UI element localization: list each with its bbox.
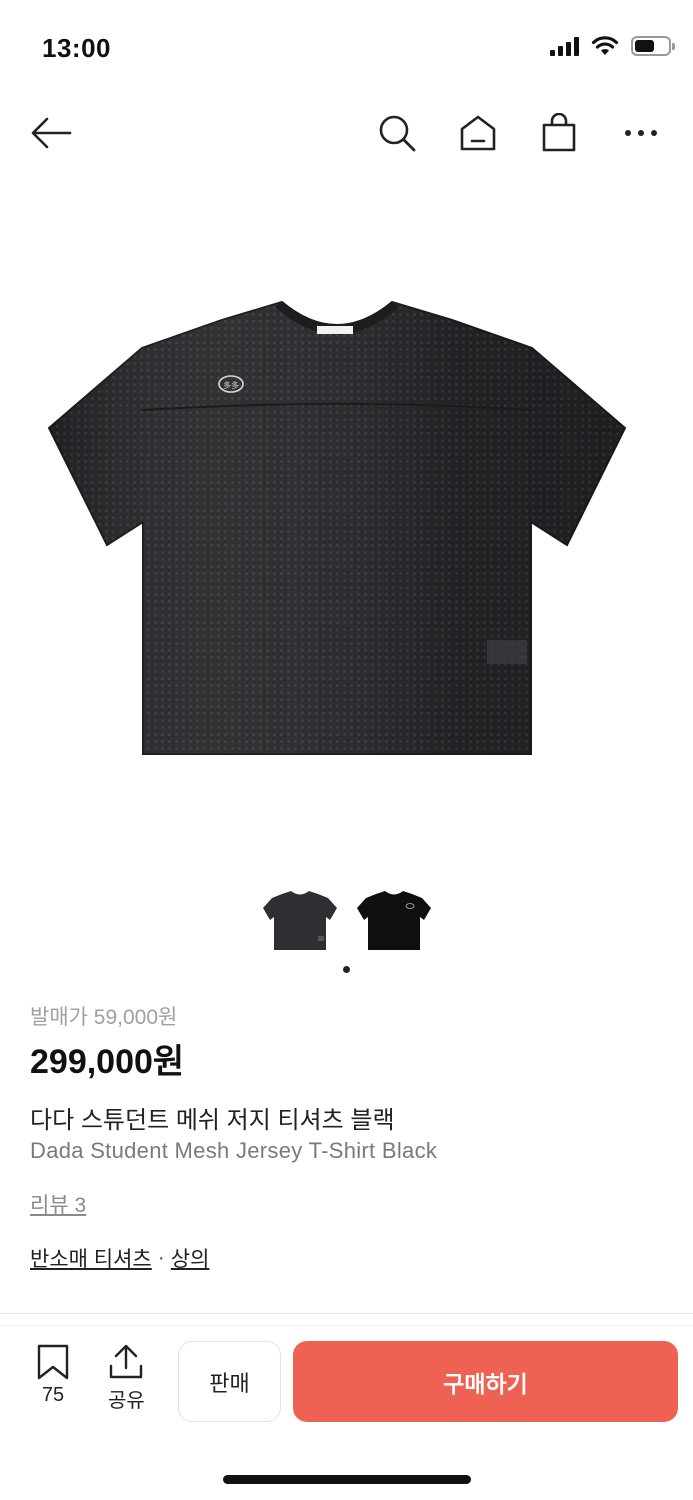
bookmark-button[interactable]: 75 — [36, 1344, 70, 1407]
product-title-english: Dada Student Mesh Jersey T-Shirt Black — [30, 1138, 438, 1163]
thumbnail-image — [262, 891, 337, 950]
review-link[interactable]: 리뷰 3 — [30, 1189, 86, 1219]
back-arrow-icon — [31, 117, 72, 149]
product-title-korean: 다다 스튜던트 메쉬 저지 티셔츠 블랙 — [30, 1107, 395, 1134]
bookmark-count: 75 — [41, 1384, 65, 1406]
category-link-short-sleeve-tshirts[interactable]: 반소매 티셔츠 — [30, 1243, 152, 1273]
bookmark-icon — [37, 1344, 69, 1380]
more-button[interactable] — [616, 108, 666, 158]
back-button[interactable] — [26, 108, 76, 158]
category-link-tops[interactable]: 상의 — [171, 1243, 210, 1273]
product-image[interactable]: 多多 — [0, 200, 693, 860]
image-thumbnails — [0, 880, 693, 960]
share-label: 공유 — [108, 1390, 145, 1412]
status-bar: 13:00 — [0, 0, 693, 100]
home-icon — [460, 115, 496, 151]
wifi-icon — [591, 36, 619, 55]
status-icons — [550, 36, 675, 56]
thumbnail-back-shirt[interactable] — [354, 880, 434, 960]
status-time: 13:00 — [42, 33, 111, 63]
tshirt-image: 多多 — [47, 300, 626, 755]
home-indicator — [223, 1475, 471, 1484]
divider — [0, 1325, 693, 1326]
top-navigation — [0, 100, 693, 166]
home-button[interactable] — [453, 108, 503, 158]
release-price: 발매가 59,000원 — [30, 1006, 178, 1029]
divider — [0, 1313, 693, 1314]
thumbnail-image — [356, 891, 431, 950]
category-separator: · — [157, 1246, 165, 1269]
shopping-bag-icon — [542, 113, 576, 152]
category-breadcrumb: 반소매 티셔츠 · 상의 — [30, 1243, 209, 1273]
search-icon — [379, 115, 416, 152]
sell-button[interactable]: 판매 — [178, 1341, 281, 1422]
cellular-signal-icon — [550, 36, 579, 56]
share-button[interactable]: 공유 — [108, 1344, 145, 1413]
more-icon — [625, 130, 657, 136]
search-button[interactable] — [372, 108, 422, 158]
battery-fill — [635, 40, 655, 52]
cart-button[interactable] — [534, 108, 584, 158]
share-icon — [110, 1344, 143, 1379]
carousel-indicator-dot — [343, 966, 350, 973]
product-price: 299,000원 — [30, 1043, 185, 1081]
shirt-logo-text: 多多 — [223, 380, 239, 390]
thumbnail-mesh-shirt[interactable] — [260, 880, 340, 960]
battery-icon — [631, 36, 675, 56]
buy-button[interactable]: 구매하기 — [293, 1341, 678, 1422]
